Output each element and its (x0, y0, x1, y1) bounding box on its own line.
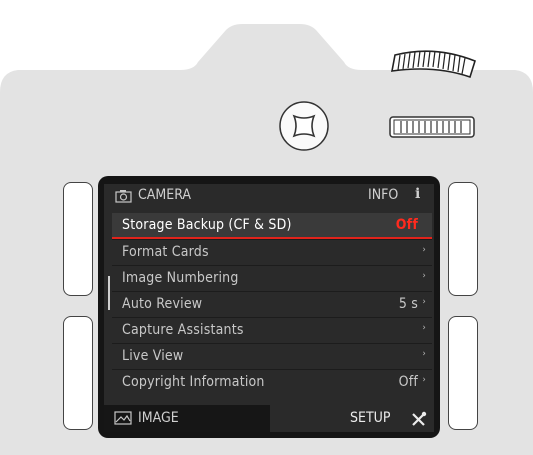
info-icon[interactable]: i (415, 186, 420, 202)
menu-item-live-view[interactable]: Live View › (112, 344, 432, 368)
chevron-right-icon: › (422, 245, 426, 255)
menu-item-capture-assistants[interactable]: Capture Assistants › (112, 318, 432, 342)
chevron-right-icon: › (422, 297, 426, 307)
footer-tab-image[interactable]: IMAGE (104, 405, 270, 432)
left-top-button[interactable] (63, 182, 93, 296)
image-icon (114, 411, 132, 425)
menu-item-value: Off (395, 217, 418, 233)
chevron-right-icon: › (422, 323, 426, 333)
joystick-button[interactable] (278, 100, 330, 152)
thumbwheel[interactable] (389, 116, 475, 138)
menu-item-image-numbering[interactable]: Image Numbering › (112, 266, 432, 290)
chevron-right-icon: › (422, 271, 426, 281)
chevron-right-icon: › (422, 349, 426, 359)
menu-item-label: Capture Assistants (122, 322, 244, 338)
footer-right-label: SETUP (350, 410, 391, 426)
left-bottom-button[interactable] (63, 316, 93, 430)
camera-icon (115, 190, 132, 203)
tools-icon (412, 411, 427, 426)
menu-title: CAMERA (138, 187, 192, 203)
menu-item-copyright-information[interactable]: Copyright Information Off › (112, 370, 432, 394)
menu-item-value: 5 s (398, 296, 418, 312)
menu-item-label: Auto Review (122, 296, 203, 312)
menu-item-label: Format Cards (122, 244, 209, 260)
right-top-button[interactable] (448, 182, 478, 296)
footer-left-label: IMAGE (138, 410, 179, 426)
info-label[interactable]: INFO (368, 187, 398, 203)
menu-item-label: Live View (122, 348, 184, 364)
menu-item-value: Off (398, 374, 418, 390)
menu-item-storage-backup[interactable]: Storage Backup (CF & SD) Off (112, 213, 432, 237)
menu-item-format-cards[interactable]: Format Cards › (112, 240, 432, 264)
menu-item-label: Copyright Information (122, 374, 265, 390)
command-dial[interactable] (390, 43, 480, 83)
scroll-indicator (108, 276, 110, 310)
menu-item-auto-review[interactable]: Auto Review 5 s › (112, 292, 432, 316)
footer-tab-setup[interactable]: SETUP (270, 405, 434, 432)
chevron-right-icon: › (422, 375, 426, 385)
right-bottom-button[interactable] (448, 316, 478, 430)
menu-item-label: Image Numbering (122, 270, 239, 286)
menu-item-label: Storage Backup (CF & SD) (122, 217, 292, 233)
